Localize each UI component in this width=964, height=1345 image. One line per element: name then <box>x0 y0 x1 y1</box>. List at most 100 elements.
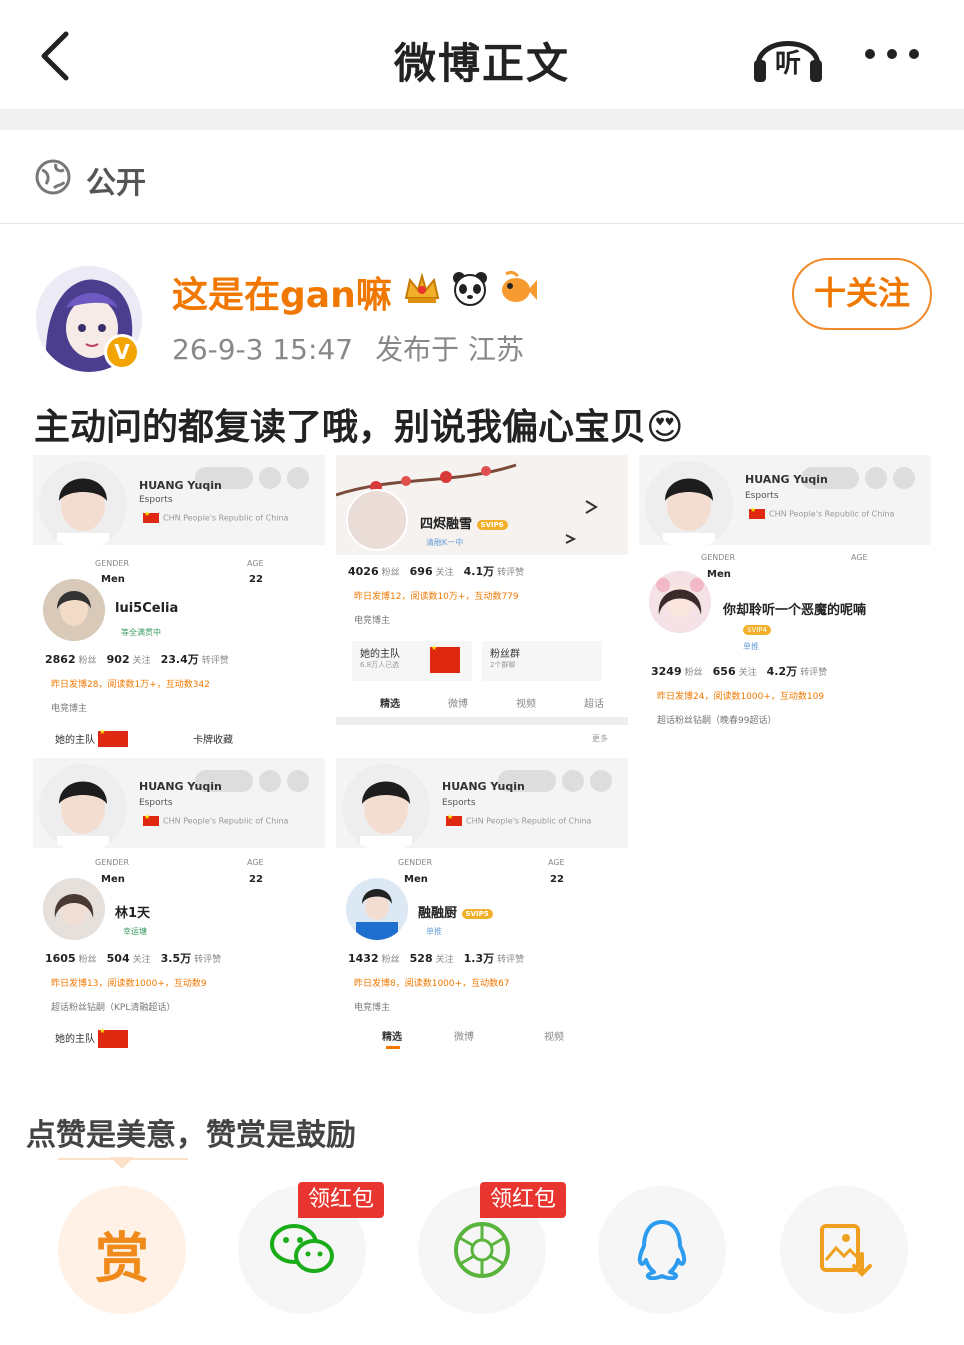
visibility-row: 公开 <box>0 130 964 224</box>
profile-name: HUANG Yuqin <box>139 780 222 793</box>
user-name: 四烬融雪 SVIP6 <box>420 513 508 532</box>
tab-indicator <box>386 1046 400 1049</box>
tab-featured: 精选 <box>382 1032 402 1043</box>
verified-badge-icon: V <box>104 334 140 370</box>
user-stats: 4026 粉丝 696 关注 4.1万 转评赞 <box>348 565 525 578</box>
profile-country: CHN People's Republic of China <box>446 813 591 826</box>
encourage-text: 点赞是美意，赞赏是鼓励 <box>26 1118 356 1153</box>
tab-video: 视频 <box>516 699 536 710</box>
user-activity: 昨日发博28，阅读数1万+，互动数342 <box>51 680 210 690</box>
user-name: 你却聆听一个恶魔的呢喃 <box>723 603 867 618</box>
user-activity: 昨日发博13，阅读数1000+，互动数9 <box>51 979 207 989</box>
profile-avatar <box>39 461 127 549</box>
user-tag: 超话粉丝钻嗣（晚春99超话） <box>657 716 777 726</box>
author-name[interactable]: 这是在gan嘛 <box>172 266 392 318</box>
profile-avatar <box>342 764 430 852</box>
chip-team: 她的主队 <box>55 728 132 747</box>
profile-avatar <box>645 461 733 549</box>
top-bar: 微博正文 听 <box>0 0 964 110</box>
vip-badge: SVIP4 <box>743 619 771 638</box>
age-label: AGE <box>247 559 264 568</box>
save-image-button[interactable] <box>780 1186 908 1314</box>
more-icon[interactable] <box>862 44 922 64</box>
post-meta: 26-9-3 15:47 发布于 江苏 <box>172 328 546 368</box>
user-name: 林1天 <box>115 906 151 921</box>
user-tag: 电竞博主 <box>354 1003 391 1013</box>
user-name: 融融厨 SVIP5 <box>418 902 493 921</box>
post-image-5[interactable]: HUANG Yuqin Esports CHN People's Republi… <box>336 758 628 1050</box>
post-text-body: 主动问的都复读了哦，别说我偏心宝贝 <box>34 407 647 448</box>
age-value: 22 <box>249 874 263 885</box>
section-gap <box>0 110 964 130</box>
chip-team: 她的主队 <box>55 1027 132 1048</box>
user-sub: 单推 <box>743 642 759 651</box>
gender-label: GENDER <box>95 858 130 867</box>
post-image-3[interactable]: HUANG Yuqin Esports CHN People's Republi… <box>639 455 931 747</box>
user-tag: 超话粉丝钻嗣（KPL清融超话） <box>51 1003 176 1013</box>
panda-icon <box>453 272 487 306</box>
user-tag: 电竞博主 <box>354 616 391 626</box>
user-avatar <box>43 878 105 940</box>
post-image-2[interactable]: 四烬融雪 SVIP6 清融K一中 4026 粉丝 696 关注 4.1万 转评赞 昨日发博… <box>336 455 628 747</box>
heart-eyes-emoji: 😍 <box>646 407 684 448</box>
profile-country: CHN People's Republic of China <box>143 813 288 826</box>
user-avatar <box>346 489 408 551</box>
age-label: AGE <box>851 553 868 562</box>
profile-avatar <box>39 764 127 852</box>
profile-sub: Esports <box>139 495 173 505</box>
chip-fan-group: 粉丝群 2个群聊 <box>482 641 602 681</box>
age-label: AGE <box>548 858 565 867</box>
user-stats: 1432 粉丝 528 关注 1.3万 转评赞 <box>348 952 525 965</box>
user-name: lui5Celia <box>115 601 179 616</box>
post-image-1[interactable]: HUANG Yuqin Esports CHN People's Republi… <box>33 455 325 747</box>
profile-name: HUANG Yuqin <box>139 479 222 492</box>
user-stats: 2862 粉丝 902 关注 23.4万 转评赞 <box>45 653 229 666</box>
divider <box>336 717 628 725</box>
post-text: 主动问的都复读了哦，别说我偏心宝贝😍 <box>34 398 684 450</box>
reward-pointer <box>58 1157 188 1169</box>
crown-icon <box>404 272 440 303</box>
profile-name: HUANG Yuqin <box>442 780 525 793</box>
profile-country: CHN People's Republic of China <box>749 506 894 519</box>
tab-weibo: 微博 <box>448 699 468 710</box>
post-image-4[interactable]: HUANG Yuqin Esports CHN People's Republi… <box>33 758 325 1050</box>
reward-label: 赏 <box>95 1227 149 1290</box>
user-sub: 幸运塘 <box>123 927 147 936</box>
red-packet-tag-2: 领红包 <box>480 1182 566 1218</box>
user-stats: 1605 粉丝 504 关注 3.5万 转评赞 <box>45 952 222 965</box>
profile-name: HUANG Yuqin <box>745 473 828 486</box>
wechat-icon <box>270 1224 334 1273</box>
user-sub: 单推 <box>426 927 442 936</box>
profile-country: CHN People's Republic of China <box>143 510 288 523</box>
gender-value: Men <box>101 574 125 585</box>
age-value: 22 <box>249 574 263 585</box>
user-sub: 清融K一中 <box>426 538 464 547</box>
profile-sub: Esports <box>139 798 173 808</box>
listen-label: 听 <box>775 49 801 79</box>
gender-label: GENDER <box>701 553 736 562</box>
age-value: 22 <box>550 874 564 885</box>
fish-icon <box>502 270 537 302</box>
visibility-label: 公开 <box>86 166 146 201</box>
share-qq-button[interactable] <box>598 1186 726 1314</box>
user-stats: 3249 粉丝 656 关注 4.2万 转评赞 <box>651 665 828 678</box>
age-label: AGE <box>247 858 264 867</box>
moments-icon <box>454 1222 510 1278</box>
user-avatar <box>346 878 408 940</box>
save-image-icon <box>820 1224 872 1277</box>
user-activity: 昨日发博24，阅读数1000+，互动数109 <box>657 692 825 702</box>
post-time: 26-9-3 15:47 <box>172 333 354 366</box>
tab-video: 视频 <box>544 1032 564 1043</box>
tab-topic: 超话 <box>584 699 604 710</box>
user-activity: 昨日发博12，阅读数10万+，互动数779 <box>354 592 519 602</box>
gender-label: GENDER <box>398 858 433 867</box>
gender-value: Men <box>404 874 428 885</box>
listen-icon[interactable]: 听 <box>750 26 826 84</box>
tab-featured: 精选 <box>380 699 400 710</box>
follow-button[interactable]: 十关注 <box>792 258 932 330</box>
profile-sub: Esports <box>442 798 476 808</box>
reward-button[interactable]: 赏 <box>58 1186 186 1314</box>
chip-cards: 卡牌收藏 <box>193 735 233 746</box>
gender-value: Men <box>101 874 125 885</box>
profile-sub: Esports <box>745 491 779 501</box>
